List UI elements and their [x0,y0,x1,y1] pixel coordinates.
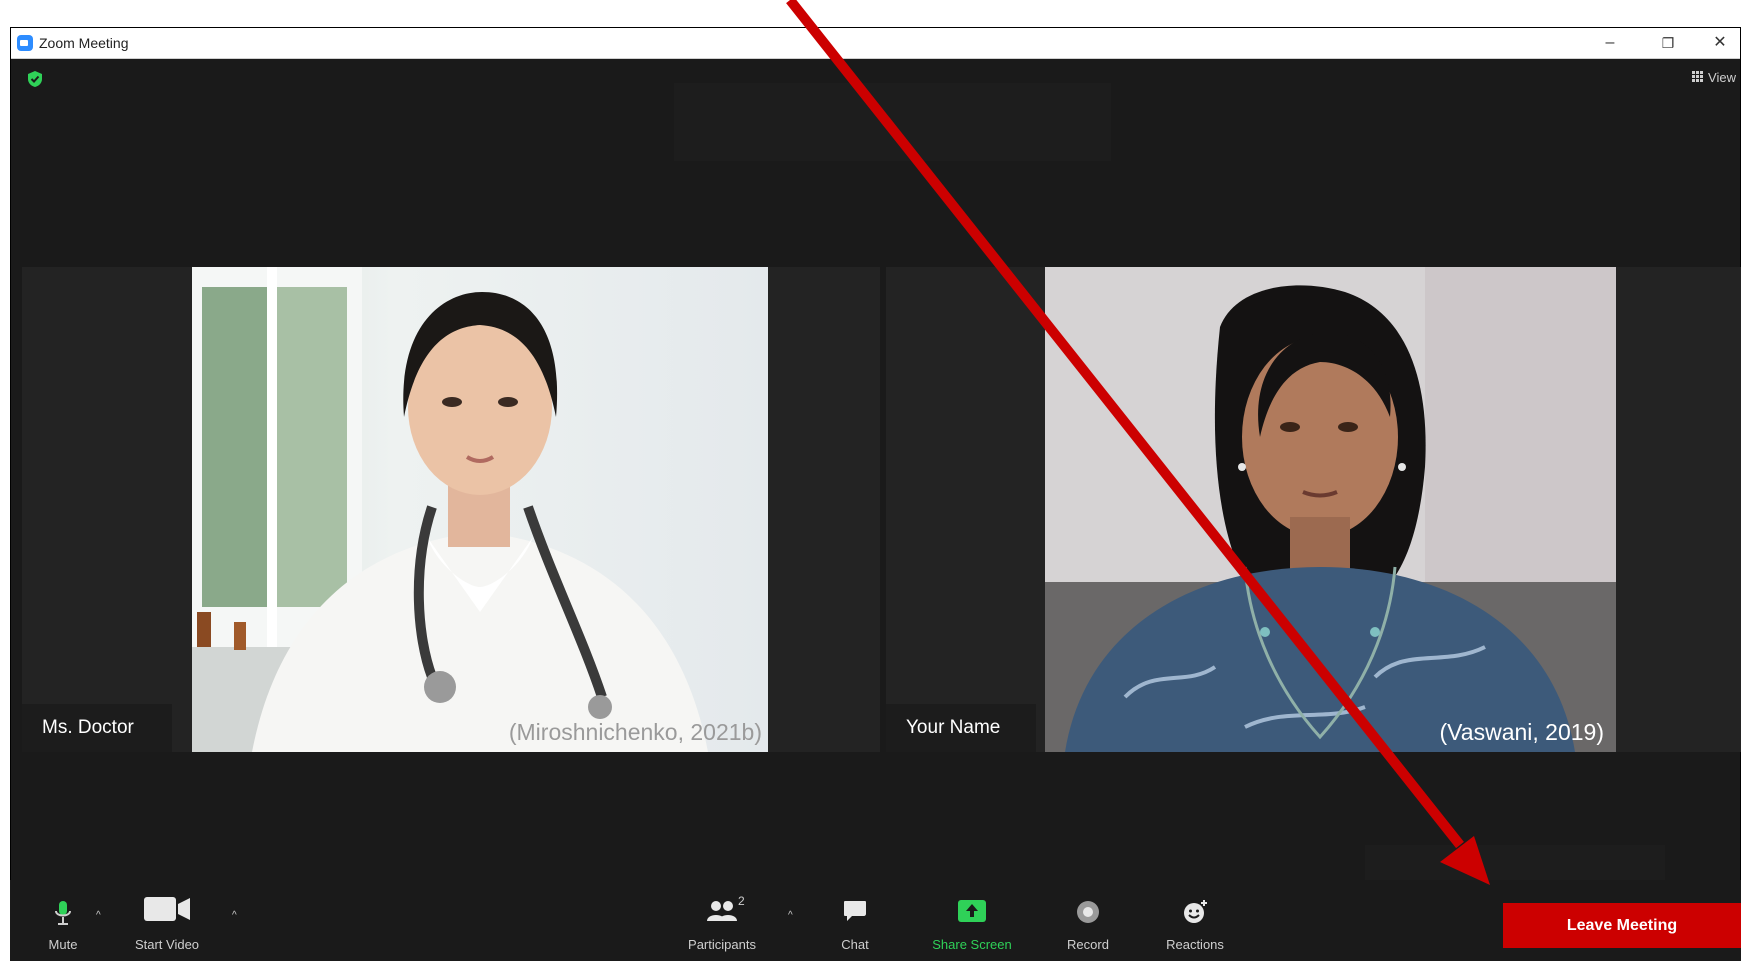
video-camera-icon [144,897,190,921]
share-screen-button[interactable]: Share Screen [922,880,1022,961]
participant-video-you: (Vaswani, 2019) [1045,267,1616,752]
meeting-toolbar: Mute ^ Start Video ^ 2 Participants ^ Ch… [10,880,1741,961]
restore-button[interactable]: ❐ [1648,32,1688,54]
record-icon [1077,901,1099,923]
chat-button[interactable]: Chat [830,880,880,961]
minimize-button[interactable]: – [1590,32,1630,54]
photo-credit: (Miroshnichenko, 2021b) [508,719,762,745]
participant-tile-you[interactable]: (Vaswani, 2019) Your Name [886,267,1741,752]
participants-count: 2 [738,894,745,908]
zoom-app-icon [17,35,33,51]
view-label: View [1708,70,1736,85]
participant-video-doctor: (Miroshnichenko, 2021b) [192,267,768,752]
encryption-shield-icon[interactable] [27,70,43,88]
leave-meeting-button[interactable]: Leave Meeting [1503,903,1741,948]
record-button[interactable]: Record [1058,880,1118,961]
mute-button[interactable]: Mute [38,880,88,961]
reactions-label: Reactions [1166,937,1224,952]
video-options-caret-icon[interactable]: ^ [232,910,237,921]
start-video-button[interactable]: Start Video [122,880,212,961]
photo-credit: (Vaswani, 2019) [1439,719,1605,745]
window-title: Zoom Meeting [39,35,129,51]
participant-name-label: Ms. Doctor [22,704,172,752]
share-screen-icon [958,900,986,922]
close-button[interactable]: ✕ [1700,32,1740,54]
participant-name-label: Your Name [886,704,1036,752]
participants-options-caret-icon[interactable]: ^ [788,910,793,921]
reactions-button[interactable]: Reactions [1155,880,1235,961]
title-bar: Zoom Meeting – ❐ ✕ [11,28,1740,59]
participants-label: Participants [688,937,756,952]
woman-photo [1045,267,1616,752]
mute-label: Mute [48,937,78,952]
participants-button[interactable]: 2 Participants [682,880,762,961]
audio-options-caret-icon[interactable]: ^ [96,910,101,921]
reactions-emoji-icon [1184,900,1207,923]
chat-label: Chat [841,937,869,952]
participants-icon [707,901,737,921]
microphone-icon [55,901,71,925]
top-panel [674,83,1111,161]
share-screen-label: Share Screen [932,937,1012,952]
view-button[interactable]: View [1692,70,1736,85]
start-video-label: Start Video [134,937,200,952]
grid-icon [1692,71,1705,83]
chat-icon [844,901,866,921]
doctor-photo [192,267,768,752]
participant-tile-doctor[interactable]: (Miroshnichenko, 2021b) Ms. Doctor [22,267,880,752]
record-label: Record [1067,937,1109,952]
